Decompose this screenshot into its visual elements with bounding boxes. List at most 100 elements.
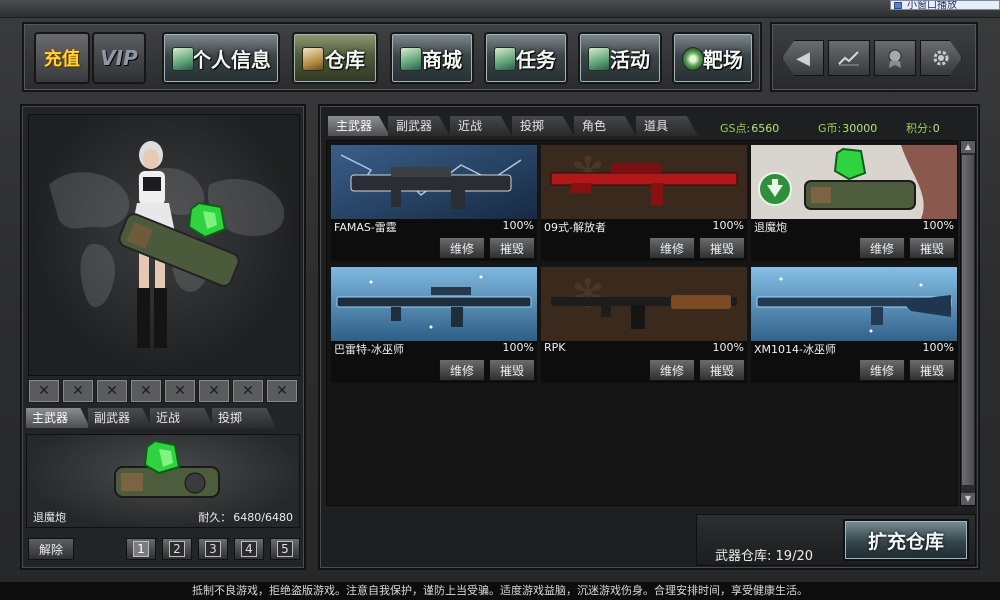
tab-character[interactable]: 角色 (574, 116, 636, 136)
top-navigation: 充值 VIP 个人信息 仓库 商城 任务 活动 靶场 (22, 22, 762, 92)
profile-icon (172, 47, 194, 71)
repair-button[interactable]: 维修 (859, 359, 905, 381)
repair-button[interactable]: 维修 (649, 359, 695, 381)
scroll-down-icon[interactable]: ▼ (961, 493, 975, 505)
vip-label: VIP (100, 46, 138, 70)
nav-range-button[interactable]: 靶场 (672, 32, 754, 84)
weapon-image (331, 267, 537, 341)
score-value: 0 (932, 122, 940, 135)
loadout-page-2[interactable]: 2 (162, 538, 192, 560)
tab-secondary-weapon[interactable]: 副武器 (388, 116, 450, 136)
loadout-page-3[interactable]: 3 (198, 538, 228, 560)
tab-primary-weapon[interactable]: 主武器 (328, 116, 390, 136)
warehouse-panel: 主武器 副武器 近战 投掷 角色 道具 GS点:6560 G币:30000 积分… (318, 104, 980, 570)
durability-label: 耐久： (198, 511, 232, 524)
equipment-slot[interactable]: ✕ (96, 379, 128, 403)
gs-label: GS点: (720, 122, 751, 135)
repair-button[interactable]: 维修 (859, 237, 905, 259)
character-preview[interactable] (28, 114, 300, 376)
inventory-item[interactable]: ✻ RPK 100% 维修 摧毁 (541, 267, 747, 383)
nav-profile-label: 个人信息 (191, 47, 271, 72)
recharge-button[interactable]: 充值 (34, 32, 90, 84)
mini-window-button[interactable]: 小窗口播放 (890, 0, 1000, 10)
destroy-button[interactable]: 摧毁 (909, 359, 955, 381)
inventory-scrollbar[interactable]: ▲ ▼ (960, 140, 976, 506)
vip-button[interactable]: VIP (92, 32, 146, 84)
medal-icon[interactable] (874, 40, 916, 76)
repair-button[interactable]: 维修 (439, 237, 485, 259)
equipment-slot[interactable]: ✕ (232, 379, 264, 403)
equipment-slot[interactable]: ✕ (266, 379, 298, 403)
inventory-item[interactable]: 巴雷特-冰巫师 100% 维修 摧毁 (331, 267, 537, 383)
gs-points: GS点:6560 (720, 120, 779, 136)
capacity-value: 19/20 (775, 549, 813, 564)
item-durability: 100% (712, 341, 744, 354)
tab-secondary-weapon[interactable]: 副武器 (88, 408, 152, 428)
nav-task-button[interactable]: 任务 (484, 32, 568, 84)
tab-melee[interactable]: 近战 (450, 116, 512, 136)
tab-melee[interactable]: 近战 (150, 408, 214, 428)
scroll-thumb[interactable] (962, 155, 974, 485)
weapon-image: ✻ (541, 267, 747, 341)
loadout-page-5[interactable]: 5 (270, 538, 300, 560)
loadout-page-4[interactable]: 4 (234, 538, 264, 560)
nav-event-label: 活动 (610, 47, 650, 72)
page-number: 4 (241, 541, 257, 557)
shop-icon (400, 47, 422, 71)
durability: 耐久： 6480/6480 (198, 509, 293, 525)
tab-items[interactable]: 道具 (636, 116, 698, 136)
tab-throwing[interactable]: 投掷 (212, 408, 276, 428)
nav-event-button[interactable]: 活动 (578, 32, 662, 84)
back-icon[interactable]: ◀ (782, 40, 824, 76)
page-number: 5 (277, 541, 293, 557)
unequip-button[interactable]: 解除 (28, 538, 74, 560)
equipped-weapon[interactable]: 退魔炮 耐久： 6480/6480 (26, 434, 300, 528)
destroy-button[interactable]: 摧毁 (699, 237, 745, 259)
item-durability: 100% (922, 341, 954, 354)
equipment-slot[interactable]: ✕ (130, 379, 162, 403)
destroy-button[interactable]: 摧毁 (909, 237, 955, 259)
expand-warehouse-button[interactable]: 扩充仓库 (843, 519, 969, 561)
weapon-image (751, 145, 957, 219)
destroy-button[interactable]: 摧毁 (699, 359, 745, 381)
loadout-page-1[interactable]: 1 (126, 538, 156, 560)
nav-warehouse-button[interactable]: 仓库 (292, 32, 378, 84)
nav-shop-label: 商城 (422, 47, 462, 72)
inventory-item[interactable]: 退魔炮 100% 维修 摧毁 (751, 145, 957, 261)
scroll-up-icon[interactable]: ▲ (961, 141, 975, 153)
tab-primary-weapon[interactable]: 主武器 (26, 408, 90, 428)
recharge-label: 充值 (44, 49, 80, 70)
destroy-button[interactable]: 摧毁 (489, 237, 535, 259)
equipment-slot[interactable]: ✕ (198, 379, 230, 403)
mini-window-label: 小窗口播放 (907, 0, 957, 10)
capacity-text: 武器仓库: 19/20 (715, 545, 813, 564)
destroy-button[interactable]: 摧毁 (489, 359, 535, 381)
nav-warehouse-label: 仓库 (325, 47, 365, 72)
durability-value: 6480/6480 (233, 511, 293, 524)
score: 积分:0 (906, 120, 940, 136)
item-name: 09式-解放者 (544, 221, 606, 234)
stats-icon[interactable] (828, 40, 870, 76)
g-value: 30000 (842, 122, 878, 135)
item-name: RPK (544, 341, 566, 354)
game-window: 小窗口播放 充值 VIP 个人信息 仓库 商城 任务 活动 靶场 ◀ ✕ ✕ ✕… (0, 0, 1000, 600)
inventory-item[interactable]: FAMAS-雷霆 100% 维修 摧毁 (331, 145, 537, 261)
inventory-item[interactable]: ✻ 09式-解放者 100% 维修 摧毁 (541, 145, 747, 261)
repair-button[interactable]: 维修 (439, 359, 485, 381)
warehouse-category-tabs: 主武器 副武器 近战 投掷 角色 道具 (328, 116, 708, 136)
equipment-slot[interactable]: ✕ (28, 379, 60, 403)
tab-throwing[interactable]: 投掷 (512, 116, 574, 136)
nav-shop-button[interactable]: 商城 (390, 32, 474, 84)
repair-button[interactable]: 维修 (649, 237, 695, 259)
weapon-image: ✻ (541, 145, 747, 219)
equipment-slot[interactable]: ✕ (164, 379, 196, 403)
nav-profile-button[interactable]: 个人信息 (162, 32, 280, 84)
warehouse-capacity: 武器仓库: 19/20 扩充仓库 (696, 514, 976, 566)
page-number: 3 (205, 541, 221, 557)
equipment-slot[interactable]: ✕ (62, 379, 94, 403)
svg-text:✻: ✻ (571, 271, 605, 317)
item-durability: 100% (502, 219, 534, 232)
settings-icon[interactable] (920, 40, 962, 76)
inventory-item[interactable]: XM1014-冰巫师 100% 维修 摧毁 (751, 267, 957, 383)
character-model (118, 141, 240, 348)
